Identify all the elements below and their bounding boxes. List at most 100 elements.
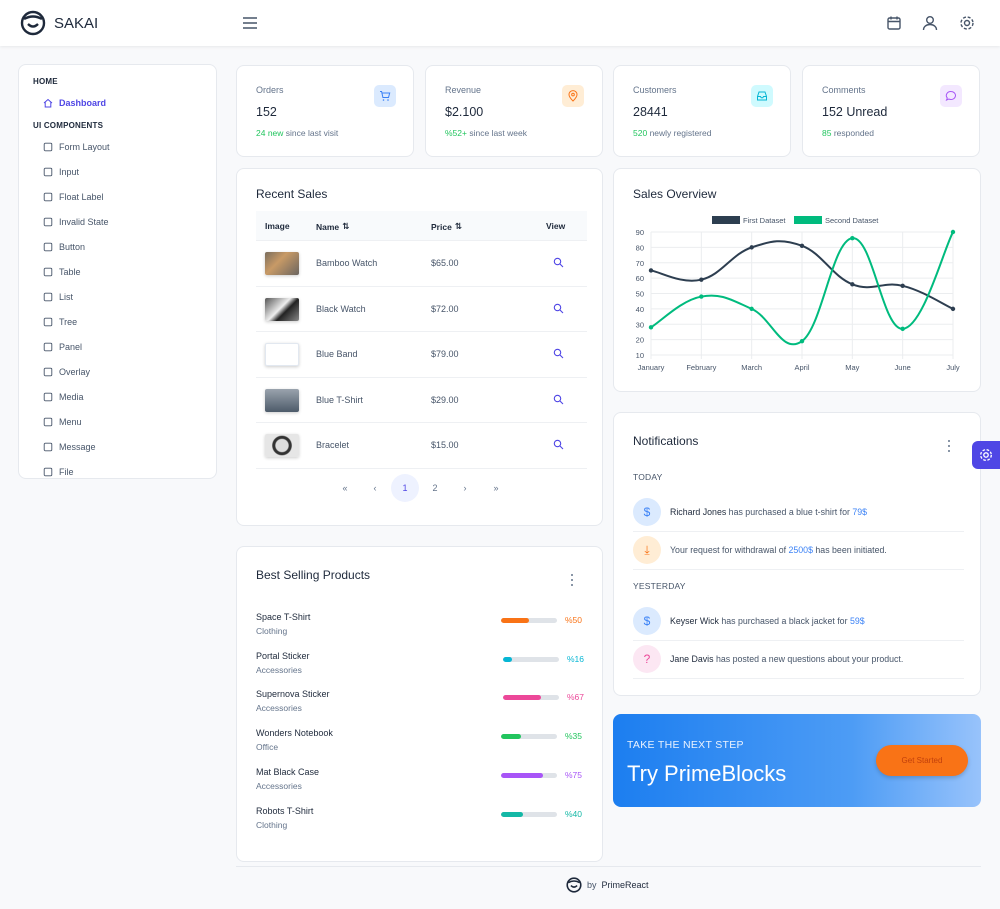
footer-brand: PrimeReact: [601, 880, 649, 890]
x-tick-label: July: [946, 363, 960, 372]
column-header-name[interactable]: Name ⇅: [316, 221, 349, 232]
data-point[interactable]: [648, 325, 654, 330]
data-point[interactable]: [900, 326, 905, 332]
recent-sales-card: Recent Sales Image Name ⇅ Price ⇅ View Bam…: [236, 168, 603, 526]
stat-footer-text: since last visit: [285, 128, 339, 138]
first-page-button[interactable]: «: [331, 474, 359, 502]
id-card-icon: [43, 142, 53, 151]
sidebar-item-panel[interactable]: Panel: [33, 334, 202, 359]
notifications-card: Notifications TODAY $ Richard Jones has pu…: [613, 412, 981, 696]
layout-config-button[interactable]: [972, 441, 1000, 469]
legend-label[interactable]: Second Dataset: [825, 216, 879, 225]
sidebar-item-overlay[interactable]: Overlay: [33, 359, 202, 384]
progress-fill: [501, 811, 524, 817]
product-name: Space T-Shirt: [256, 612, 311, 622]
legend-label[interactable]: First Dataset: [743, 216, 786, 225]
sidebar-item-label: Menu: [59, 416, 82, 427]
product-name: Mat Black Case: [256, 766, 320, 777]
data-point[interactable]: [749, 245, 754, 250]
data-point[interactable]: [950, 306, 956, 312]
product-name: Blue Band: [316, 349, 358, 360]
get-started-button[interactable]: Get Started: [876, 745, 968, 776]
page-2-button[interactable]: 2: [421, 474, 449, 502]
sidebar-item-message[interactable]: Message: [33, 434, 202, 459]
sidebar-item-float-label[interactable]: Float Label: [33, 184, 202, 209]
data-point[interactable]: [900, 283, 905, 289]
table-header: Image Name ⇅ Price ⇅ View: [256, 211, 587, 241]
dollar-icon: $: [633, 607, 661, 635]
stat-footer: %52+ since last week: [445, 128, 527, 138]
user-icon[interactable]: [921, 14, 939, 32]
stat-value: 152: [256, 105, 277, 119]
data-point[interactable]: [850, 235, 855, 241]
more-options-icon[interactable]: [567, 573, 577, 587]
notification-amount[interactable]: 79$: [852, 507, 867, 517]
product-category: Clothing: [256, 819, 288, 830]
best-selling-card: Best Selling Products Space T-Shirt Cloth…: [236, 546, 603, 862]
data-point[interactable]: [699, 294, 704, 299]
next-page-button[interactable]: ›: [451, 474, 479, 502]
last-page-button[interactable]: »: [482, 474, 510, 502]
notification-amount[interactable]: 2500$: [789, 545, 813, 555]
banner-subtitle: TAKE THE NEXT STEP: [627, 739, 744, 751]
app-logo[interactable]: SAKAI: [20, 10, 98, 36]
data-point[interactable]: [850, 282, 855, 287]
sidebar-item-invalid-state[interactable]: Invalid State: [33, 209, 202, 234]
more-options-icon[interactable]: [944, 439, 954, 453]
sidebar-item-label: List: [59, 291, 74, 302]
data-point[interactable]: [699, 277, 704, 282]
settings-icon: [980, 449, 992, 461]
tablet-icon: [43, 342, 53, 351]
y-tick-label: 60: [636, 274, 644, 283]
map-marker-icon: [562, 85, 584, 107]
x-tick-label: May: [845, 363, 859, 372]
sidebar-item-table[interactable]: Table: [33, 259, 202, 284]
page-1-button[interactable]: 1: [391, 474, 419, 502]
list-item: Wonders Notebook Office %35: [256, 728, 587, 758]
stat-footer-text: since last week: [469, 128, 527, 138]
sidebar-item-tree[interactable]: Tree: [33, 309, 202, 334]
sidebar-item-button[interactable]: Button: [33, 234, 202, 259]
sidebar-item-input[interactable]: Input: [33, 159, 202, 184]
y-tick-label: 40: [636, 305, 644, 314]
topbar: SAKAI: [0, 0, 1000, 46]
product-image: [265, 434, 299, 458]
sidebar-item-menu[interactable]: Menu: [33, 409, 202, 434]
stat-footer-text: newly registered: [649, 128, 712, 138]
notification-text: Your request for withdrawal of 2500$ has…: [670, 545, 887, 555]
y-tick-label: 70: [636, 259, 644, 268]
banner-title: Try PrimeBlocks: [627, 761, 787, 786]
list-icon: [43, 292, 53, 301]
prev-page-button[interactable]: ‹: [361, 474, 389, 502]
search-icon[interactable]: [553, 394, 564, 405]
search-icon[interactable]: [553, 303, 564, 314]
sort-icon[interactable]: ⇅: [455, 221, 462, 232]
sidebar-item-label: Button: [59, 241, 86, 252]
share-alt-icon: [43, 317, 53, 326]
data-point[interactable]: [799, 243, 805, 249]
sidebar-item-file[interactable]: File: [33, 459, 202, 478]
data-point[interactable]: [950, 229, 956, 235]
column-header-price[interactable]: Price ⇅: [431, 221, 462, 232]
sidebar-item-label: Dashboard: [59, 97, 107, 108]
sort-icon[interactable]: ⇅: [342, 221, 349, 232]
sidebar-item-media[interactable]: Media: [33, 384, 202, 409]
mobile-icon: [43, 242, 53, 251]
product-category: Accessories: [256, 664, 302, 675]
sales-line-chart: 90 80 70 60 50 40 30 20 10 January February March Ap…: [636, 216, 960, 372]
sidebar-item-dashboard[interactable]: Dashboard: [33, 90, 202, 115]
calendar-icon[interactable]: [885, 14, 903, 32]
sidebar-item-form-layout[interactable]: Form Layout: [33, 134, 202, 159]
data-point[interactable]: [648, 268, 654, 273]
search-icon[interactable]: [553, 348, 564, 359]
stat-card-orders: Orders 152 24 new since last visit: [236, 65, 414, 157]
menu-toggle-icon[interactable]: [241, 14, 259, 32]
stat-card-revenue: Revenue $2.100 %52+ since last week: [425, 65, 603, 157]
search-icon[interactable]: [553, 439, 564, 450]
data-point[interactable]: [749, 306, 754, 312]
search-icon[interactable]: [553, 257, 564, 268]
settings-icon[interactable]: [958, 14, 976, 32]
data-point[interactable]: [799, 338, 805, 344]
notification-amount[interactable]: 59$: [850, 616, 865, 626]
sidebar-item-list[interactable]: List: [33, 284, 202, 309]
